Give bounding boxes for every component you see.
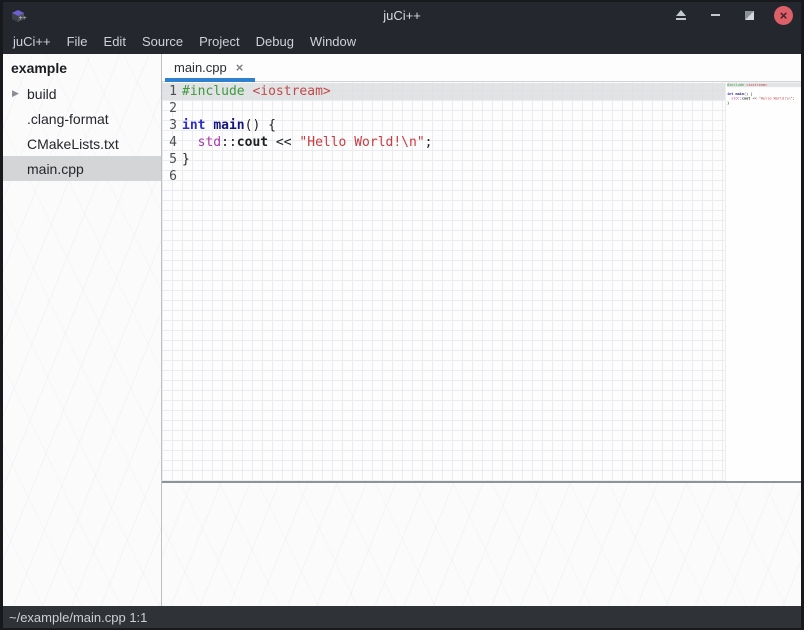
window-controls: × (672, 2, 793, 28)
titlebar: ++ juCi++ × (3, 2, 801, 28)
code-token (245, 83, 253, 100)
project-root-label[interactable]: example (3, 54, 161, 81)
menu-item-project[interactable]: Project (191, 29, 247, 54)
code-line: 2 (162, 100, 725, 117)
maximize-button[interactable] (740, 6, 758, 24)
code-token: :: (221, 134, 237, 151)
code-line: std::cout << "Hello World!\n"; (727, 96, 801, 101)
tree-item-label: CMakeLists.txt (27, 136, 119, 152)
tree-item-label: main.cpp (27, 161, 84, 177)
shade-icon (676, 10, 686, 20)
code-line: 5} (162, 151, 725, 168)
code-line: 4 std::cout << "Hello World!\n"; (162, 134, 725, 151)
code-token: ; (425, 134, 433, 151)
shade-button[interactable] (672, 6, 690, 24)
minimize-button[interactable] (706, 6, 724, 24)
code-token: << (268, 134, 299, 151)
tree-item-label: build (27, 86, 57, 102)
line-number: 2 (165, 100, 177, 117)
code-token (182, 134, 198, 151)
status-text: ~/example/main.cpp 1:1 (9, 610, 147, 625)
minimap-content: #include <iostream>int main() { std::cou… (726, 82, 801, 110)
code-token: () { (245, 117, 276, 134)
file-tree: example ▶ build .clang-format CMakeLists.tx… (3, 54, 162, 606)
menu-item-source[interactable]: Source (134, 29, 191, 54)
tab-label: main.cpp (174, 60, 227, 75)
code-token (205, 117, 213, 134)
tree-item-main-cpp[interactable]: main.cpp (3, 156, 161, 181)
source-minimap[interactable]: #include <iostream>int main() { std::cou… (725, 82, 801, 481)
expander-icon[interactable]: ▶ (12, 88, 19, 99)
menu-item-file[interactable]: File (59, 29, 96, 54)
line-number: 3 (165, 117, 177, 134)
code-token: #include (182, 83, 245, 100)
code-token: <iostream> (252, 83, 330, 100)
terminal-panel[interactable] (162, 483, 801, 606)
tree-item-label: .clang-format (27, 111, 109, 127)
code-token: } (182, 151, 190, 168)
app-icon: ++ (9, 6, 27, 24)
code-token: "Hello World!\n" (299, 134, 424, 151)
status-bar: ~/example/main.cpp 1:1 (3, 606, 801, 628)
menu-item-debug[interactable]: Debug (248, 29, 302, 54)
close-button[interactable]: × (774, 6, 793, 25)
menubar: juCi++FileEditSourceProjectDebugWindow (3, 28, 801, 54)
code-token: std (198, 134, 221, 151)
tree-item-build[interactable]: ▶ build (3, 81, 161, 106)
tree-item-cmakelists-txt[interactable]: CMakeLists.txt (3, 131, 161, 156)
code-line (727, 105, 801, 110)
line-number: 5 (165, 151, 177, 168)
file-tree-items: ▶ build .clang-format CMakeLists.txt main.cp… (3, 81, 161, 181)
code-token: } (727, 101, 729, 106)
menu-item-window[interactable]: Window (302, 29, 364, 54)
code-line: 1 #include <iostream> (162, 83, 725, 100)
tab-close-icon[interactable]: × (236, 60, 244, 75)
content: example ▶ build .clang-format CMakeLists.tx… (3, 54, 801, 606)
line-number: 6 (165, 168, 177, 185)
code-line: 3 int main() { (162, 117, 725, 134)
code-token: ; (793, 96, 795, 101)
code-token: #include (727, 83, 744, 88)
code-editor[interactable]: 1#include <iostream>23int main() {4 std:… (162, 82, 725, 481)
code-token: cout (237, 134, 268, 151)
code-token: main (213, 117, 244, 134)
code-line: 6 (162, 168, 725, 185)
code-token: <iostream> (746, 83, 767, 88)
menu-item-juci[interactable]: juCi++ (5, 29, 59, 54)
code-token: "Hello World!\n" (759, 96, 793, 101)
tree-item--clang-format[interactable]: .clang-format (3, 106, 161, 131)
svg-text:++: ++ (19, 16, 27, 22)
code-token: << (750, 96, 758, 101)
minimize-icon (711, 14, 720, 16)
main-pane: main.cpp × 1 #include <iostream> 23 int mai… (162, 54, 801, 606)
menu-item-edit[interactable]: Edit (96, 29, 134, 54)
editor-row: 1#include <iostream>23int main() {4 std:… (162, 82, 801, 481)
maximize-icon (745, 11, 754, 20)
code-token: int (182, 117, 205, 134)
app-window: ++ juCi++ × juCi++FileEditSourceProjectD… (0, 0, 804, 630)
tab-bar: main.cpp × (162, 54, 801, 82)
line-number: 1 (165, 83, 177, 100)
tab-main-cpp[interactable]: main.cpp × (165, 54, 255, 81)
code-token: cout (742, 96, 750, 101)
line-number: 4 (165, 134, 177, 151)
